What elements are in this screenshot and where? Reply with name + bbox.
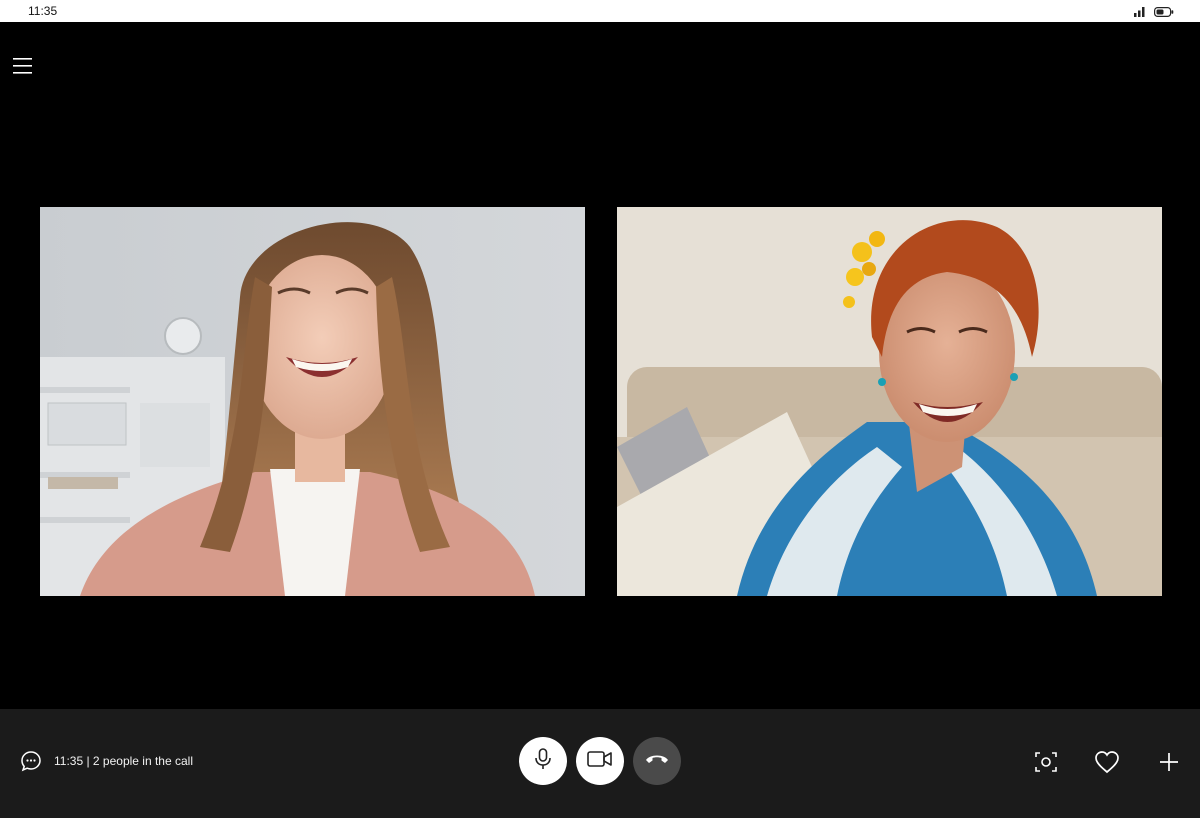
chat-bubble-icon[interactable]: [20, 750, 42, 772]
participant-video-left[interactable]: [40, 207, 585, 596]
signal-bars-icon: [1134, 4, 1146, 22]
status-bar: 11:35: [0, 0, 1200, 22]
plus-icon[interactable]: [1156, 749, 1182, 775]
hang-up-button[interactable]: [633, 737, 681, 785]
video-camera-icon: [587, 750, 613, 773]
participant-video-right[interactable]: [617, 207, 1162, 596]
mute-button[interactable]: [519, 737, 567, 785]
hamburger-menu-icon[interactable]: [12, 56, 34, 76]
video-stage: [0, 22, 1200, 709]
snapshot-icon[interactable]: [1033, 749, 1059, 775]
heart-icon[interactable]: [1094, 749, 1120, 775]
call-info-text: 11:35 | 2 people in the call: [54, 754, 193, 768]
call-control-bar: 11:35 | 2 people in the call: [0, 709, 1200, 818]
microphone-icon: [533, 747, 553, 775]
battery-icon: [1154, 4, 1174, 22]
status-indicators: [1134, 4, 1174, 22]
video-toggle-button[interactable]: [576, 737, 624, 785]
status-time: 11:35: [28, 4, 58, 18]
hang-up-icon: [644, 752, 670, 771]
